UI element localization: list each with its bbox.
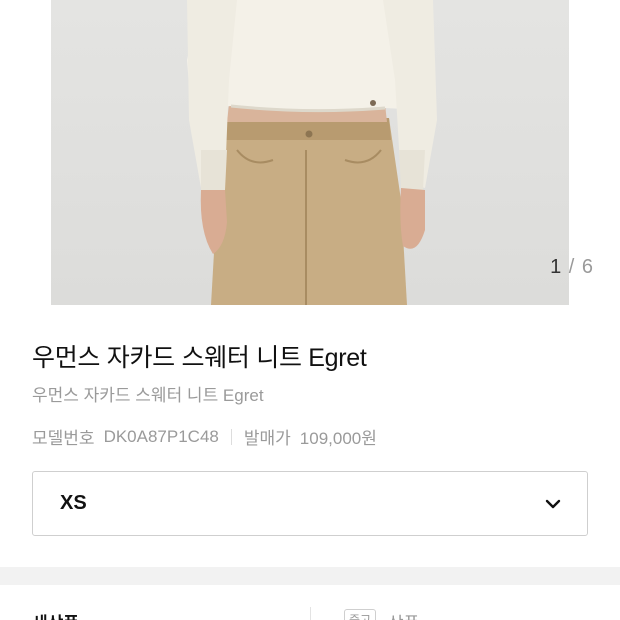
model-number-value: DK0A87P1C48 (103, 426, 219, 446)
product-subtitle: 우먼스 자카드 스웨터 니트 Egret (32, 386, 264, 405)
tab-divider (310, 607, 311, 620)
size-select[interactable]: XS (32, 471, 588, 536)
release-price-value: 109,000원 (299, 429, 377, 448)
image-counter-separator: / (568, 256, 576, 278)
product-title: 우먼스 자카드 스웨터 니트 Egret (32, 344, 367, 372)
release-price-label: 발매가 (243, 429, 291, 448)
model-number-label: 모델번호 (32, 429, 95, 448)
used-badge: 중고 (344, 609, 377, 620)
chevron-down-icon (545, 499, 561, 508)
meta-divider (230, 428, 232, 445)
image-counter-current: 1 (550, 256, 563, 278)
product-meta: 모델번호 DK0A87P1C48 발매가 109,000원 (32, 424, 377, 449)
product-photo-illustration (187, 0, 437, 305)
product-image-gallery[interactable]: 1 / 6 (0, 0, 620, 305)
image-counter: 1 / 6 (550, 256, 594, 279)
size-select-value: XS (60, 492, 87, 514)
product-info: 우먼스 자카드 스웨터 니트 Egret 우먼스 자카드 스웨터 니트 Egre… (0, 305, 620, 567)
tab-new-product[interactable]: 새상품 (32, 609, 79, 620)
condition-tabs: 새상품 중고 상품 (0, 585, 620, 620)
section-divider-band (0, 567, 620, 585)
image-counter-total: 6 (581, 256, 594, 278)
product-photo[interactable] (51, 0, 569, 305)
tab-used-product[interactable]: 상품 (388, 609, 419, 620)
